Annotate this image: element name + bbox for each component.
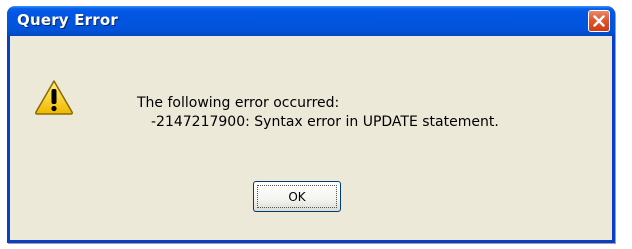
dialog-title: Query Error <box>17 11 118 29</box>
error-message-detail: -2147217900: Syntax error in UPDATE stat… <box>151 114 499 130</box>
close-icon <box>593 15 605 27</box>
warning-icon <box>34 80 74 115</box>
error-message: The following error occurred: -214721790… <box>137 94 499 132</box>
ok-button-label: OK <box>257 185 337 208</box>
error-dialog: Query Error The following error occurred… <box>7 6 615 243</box>
error-message-heading: The following error occurred: <box>137 95 340 111</box>
ok-button[interactable]: OK <box>253 181 341 212</box>
title-bar[interactable]: Query Error <box>7 6 615 36</box>
close-button[interactable] <box>588 10 610 32</box>
